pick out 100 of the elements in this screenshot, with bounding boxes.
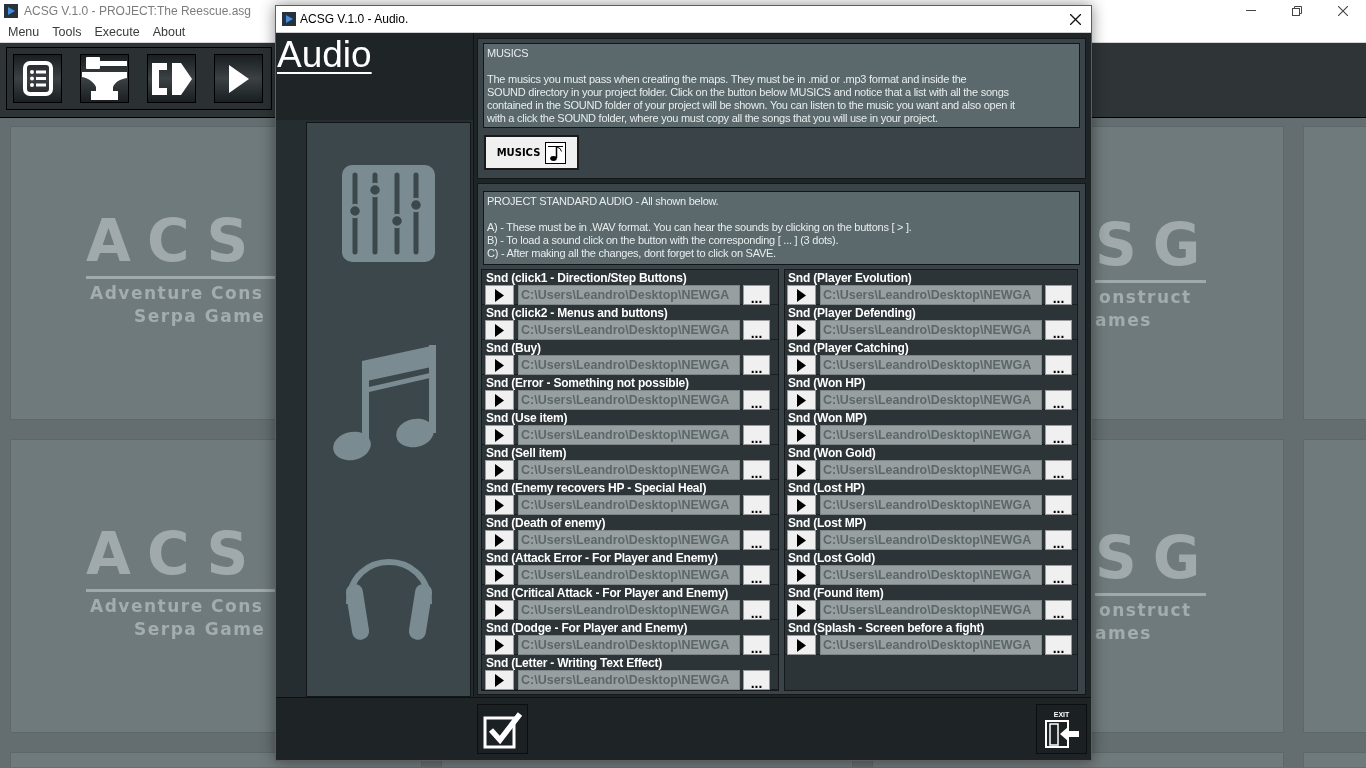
app-icon — [4, 3, 18, 18]
play-button[interactable] — [787, 390, 816, 410]
play-icon — [797, 638, 806, 652]
sound-label: Snd (Lost Gold) — [788, 552, 875, 565]
play-button[interactable] — [485, 320, 514, 340]
menu-item[interactable]: Menu — [4, 23, 44, 40]
sound-label: Snd (Error - Something not possible) — [486, 377, 689, 390]
menu-item[interactable]: Tools — [48, 23, 86, 40]
sound-label: Snd (Death of enemy) — [486, 517, 606, 530]
play-icon — [797, 393, 806, 407]
sound-label: Snd (Lost MP) — [788, 517, 867, 530]
sound-label: Snd (Buy) — [486, 342, 541, 355]
note-text: B) - To load a sound click on the button with the corresponding [ ... ] (3 dots). — [487, 234, 839, 247]
play-button[interactable] — [787, 530, 816, 550]
section-title: MUSICS — [487, 47, 529, 60]
menu-item[interactable]: Execute — [90, 23, 144, 40]
play-icon — [495, 603, 504, 617]
play-icon — [797, 533, 806, 547]
play-icon — [797, 603, 806, 617]
play-button[interactable] — [787, 285, 816, 305]
info-text: The musics you must pass when creating the maps. They must be in .mid or .mp3 format and inside the SOUND directory in your project folder. Click on the button below MUSICS and notice that a list with all the songs contained in the SOUND folder of your project will be shown. You can listen to the music you want and also open it with a click the SOUND folder, where you must copy all the songs that you will use in your project. — [487, 73, 1015, 125]
sound-label: Snd (Won HP) — [788, 377, 866, 390]
sound-label: Snd (Won Gold) — [788, 447, 876, 460]
play-icon — [495, 463, 504, 477]
play-icon — [495, 358, 504, 372]
play-icon — [495, 323, 504, 337]
bracket-arrow-icon — [151, 62, 192, 95]
section-title: PROJECT STANDARD AUDIO - All shown below. — [487, 195, 719, 208]
music-note-icon — [332, 345, 437, 461]
play-button[interactable] — [485, 495, 514, 515]
dialog-heading: Audio — [277, 34, 372, 75]
sound-label: Snd (click1 - Direction/Step Buttons) — [486, 272, 687, 285]
mixer-sliders-icon — [342, 165, 435, 262]
minimize-icon — [1246, 10, 1256, 11]
window-title: ACSG V.1.0 - PROJECT:The Reescue.asg — [24, 3, 251, 18]
play-button[interactable] — [485, 355, 514, 375]
play-button[interactable] — [485, 285, 514, 305]
window-title: ACSG V.1.0 - Audio. — [300, 12, 409, 26]
sound-label: Snd (Attack Error - For Player and Enemy) — [486, 552, 718, 565]
play-button[interactable] — [485, 425, 514, 445]
close-icon — [1338, 5, 1348, 16]
toolbar-button[interactable] — [147, 54, 196, 103]
anvil-hammer-icon — [82, 57, 127, 100]
play-button[interactable] — [485, 600, 514, 620]
list-icon — [22, 61, 53, 96]
play-icon — [797, 428, 806, 442]
play-icon — [495, 288, 504, 302]
sound-label: Snd (Player Catching) — [788, 342, 909, 355]
note-text: C) - After making all the changes, dont forget to click on SAVE. — [487, 247, 776, 260]
play-button[interactable] — [485, 460, 514, 480]
sound-label: Snd (Use item) — [486, 412, 568, 425]
play-button[interactable] — [485, 635, 514, 655]
sound-label: Snd (click2 - Menus and buttons) — [486, 307, 668, 320]
play-icon — [797, 358, 806, 372]
sound-label: Snd (Lost HP) — [788, 482, 865, 495]
menu-item[interactable]: About — [148, 23, 190, 40]
play-icon — [495, 533, 504, 547]
play-button[interactable] — [787, 565, 816, 585]
sound-label: Snd (Splash - Screen before a fight) — [788, 622, 985, 635]
sound-label: Snd (Letter - Writing Text Effect) — [486, 657, 663, 670]
play-button[interactable] — [485, 530, 514, 550]
door-arrow-icon — [1044, 719, 1079, 748]
sound-label: Snd (Player Defending) — [788, 307, 916, 320]
play-button[interactable] — [787, 460, 816, 480]
play-button[interactable] — [787, 635, 816, 655]
play-button[interactable] — [787, 425, 816, 445]
sound-label: Snd (Won MP) — [788, 412, 867, 425]
confirm-button[interactable] — [477, 704, 528, 754]
play-icon — [797, 568, 806, 582]
play-icon — [228, 64, 249, 93]
sound-label: Snd (Enemy recovers HP - Special Heal) — [486, 482, 707, 495]
play-button[interactable] — [485, 670, 514, 690]
play-icon — [495, 393, 504, 407]
play-icon — [495, 673, 504, 687]
play-icon — [797, 498, 806, 512]
sound-label: Snd (Player Evolution) — [788, 272, 912, 285]
musics-button[interactable]: MUSICS — [484, 135, 579, 170]
play-button[interactable] — [485, 565, 514, 585]
play-icon — [797, 288, 806, 302]
toolbar-button[interactable] — [13, 54, 62, 103]
play-icon — [495, 638, 504, 652]
play-button[interactable] — [787, 495, 816, 515]
sound-label: Snd (Found item) — [788, 587, 884, 600]
play-button[interactable] — [787, 600, 816, 620]
play-icon — [797, 463, 806, 477]
app-icon — [282, 12, 296, 26]
play-button[interactable] — [485, 390, 514, 410]
toolbar-button[interactable] — [80, 54, 129, 103]
sound-label: Snd (Dodge - For Player and Enemy) — [486, 622, 688, 635]
note-text: A) - These must be in .WAV format. You can hear the sounds by clicking on the buttons [ > ]. — [487, 221, 912, 234]
play-button[interactable] — [787, 320, 816, 340]
close-icon — [1069, 13, 1081, 25]
restore-icon — [1292, 5, 1302, 16]
sound-label: Snd (Sell item) — [486, 447, 567, 460]
play-button[interactable] — [787, 355, 816, 375]
music-note-icon — [545, 141, 567, 164]
toolbar-button[interactable] — [214, 54, 263, 103]
play-icon — [495, 568, 504, 582]
play-icon — [797, 323, 806, 337]
sound-label: Snd (Critical Attack - For Player and Enemy) — [486, 587, 729, 600]
